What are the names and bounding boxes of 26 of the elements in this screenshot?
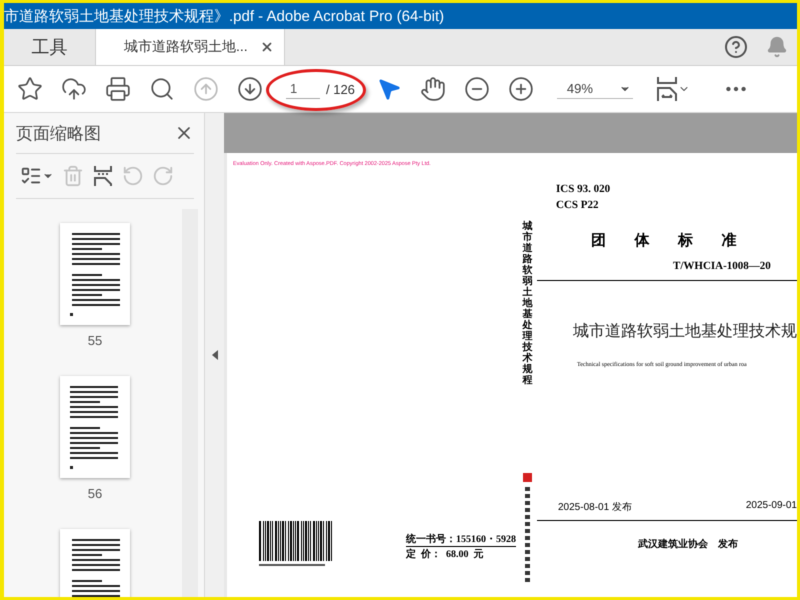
- publisher: 武汉建筑业协会 发布: [638, 538, 739, 551]
- document-title: 城市道路软弱土地基处理技术规: [573, 322, 797, 342]
- zoom-dropdown[interactable]: 49%: [556, 79, 633, 99]
- close-icon[interactable]: [260, 40, 274, 54]
- insert-page-icon[interactable]: [92, 165, 114, 187]
- scrollbar[interactable]: [182, 209, 198, 597]
- page-number-label: 56: [88, 486, 102, 501]
- ccs-code: CCS P22: [556, 198, 600, 213]
- standard-category: 团体标准: [591, 231, 766, 250]
- price: 定 价： 68.00 元: [406, 547, 484, 561]
- effective-date: 2025-09-01: [746, 500, 797, 513]
- spine-title: 城市道路软弱土地基处理技术规程: [522, 221, 532, 386]
- window-title: 市道路软弱土地基处理技术规程》.pdf - Adobe Acrobat Pro (64-bit): [4, 6, 444, 26]
- page-thumbnail[interactable]: [60, 223, 130, 325]
- page-number-field[interactable]: 1: [286, 79, 320, 99]
- help-icon[interactable]: [724, 35, 748, 59]
- page-thumbnail[interactable]: [60, 376, 130, 478]
- panel-title: 页面缩略图: [16, 122, 101, 144]
- page-count: / 126: [326, 82, 355, 96]
- standard-code: T/WHCIA-1008—20: [673, 260, 772, 272]
- ics-code: ICS 93. 020: [556, 182, 612, 197]
- page-number-label: 55: [88, 333, 102, 348]
- document-tab[interactable]: 城市道路软弱土地...: [96, 29, 285, 65]
- book-number: 统一书号：155160・5928: [406, 532, 516, 547]
- collapse-arrow-icon[interactable]: [212, 350, 218, 360]
- issue-date: 2025-08-01 发布: [558, 501, 632, 514]
